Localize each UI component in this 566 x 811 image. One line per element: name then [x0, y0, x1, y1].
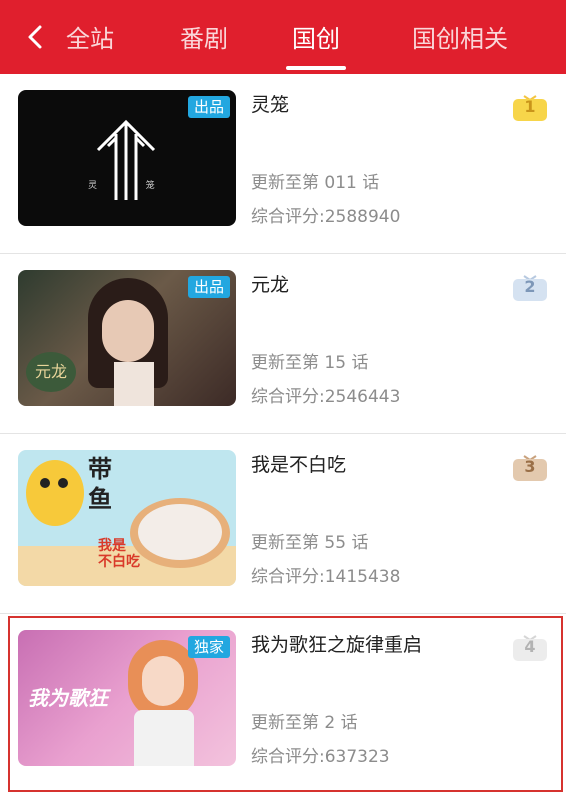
badge: 独家: [187, 636, 230, 658]
item-score: 综合评分:1415438: [251, 567, 401, 587]
tab-anime[interactable]: 番剧: [180, 24, 228, 54]
tab-guochuang-related[interactable]: 国创相关: [412, 24, 508, 54]
rank-badge: 4: [511, 632, 549, 661]
item-update: 更新至第 15 话: [251, 353, 369, 373]
item-update: 更新至第 2 话: [251, 713, 358, 733]
item-update: 更新至第 55 话: [251, 533, 369, 553]
thumb-caption: 灵 笼: [88, 181, 155, 191]
top-nav-bar: 全站 番剧 国创 国创相关: [0, 0, 566, 74]
thumbnail: 元龙 出品: [18, 270, 236, 406]
list-item[interactable]: 我为歌狂 独家 我为歌狂之旋律重启 更新至第 2 话 综合评分:637323 4: [0, 614, 566, 794]
thumbnail: 带 鱼 我是 不白吃: [18, 450, 236, 586]
list-item[interactable]: 元龙 出品 元龙 更新至第 15 话 综合评分:2546443 2: [0, 254, 566, 434]
thumb-caption: 带 鱼: [88, 455, 112, 513]
item-update: 更新至第 011 话: [251, 173, 380, 193]
rank-badge: 3: [511, 452, 549, 481]
tab-guochuang[interactable]: 国创: [292, 24, 340, 54]
back-button[interactable]: [18, 20, 52, 54]
item-score: 综合评分:2546443: [251, 387, 401, 407]
thumb-caption: 我为歌狂: [28, 686, 108, 710]
active-tab-indicator: [286, 66, 346, 70]
item-score: 综合评分:2588940: [251, 207, 401, 227]
rank-badge: 1: [511, 92, 549, 121]
list-item[interactable]: 带 鱼 我是 不白吃 我是不白吃 更新至第 55 话 综合评分:1415438 …: [0, 434, 566, 614]
tab-all[interactable]: 全站: [66, 24, 114, 54]
item-title[interactable]: 我是不白吃: [251, 450, 346, 477]
item-title[interactable]: 元龙: [251, 270, 289, 297]
thumbnail: 灵 笼 出品: [18, 90, 236, 226]
item-title[interactable]: 灵笼: [251, 90, 289, 117]
thumb-subcaption: 我是 不白吃: [98, 538, 140, 570]
item-score: 综合评分:637323: [251, 747, 390, 767]
list-item[interactable]: 灵 笼 出品 灵笼 更新至第 011 话 综合评分:2588940 1: [0, 74, 566, 254]
item-title[interactable]: 我为歌狂之旋律重启: [251, 630, 422, 657]
thumbnail: 我为歌狂 独家: [18, 630, 236, 766]
badge: 出品: [187, 276, 230, 298]
thumb-caption: 元龙: [26, 352, 76, 392]
chevron-left-icon: [28, 25, 42, 49]
rank-badge: 2: [511, 272, 549, 301]
badge: 出品: [187, 96, 230, 118]
